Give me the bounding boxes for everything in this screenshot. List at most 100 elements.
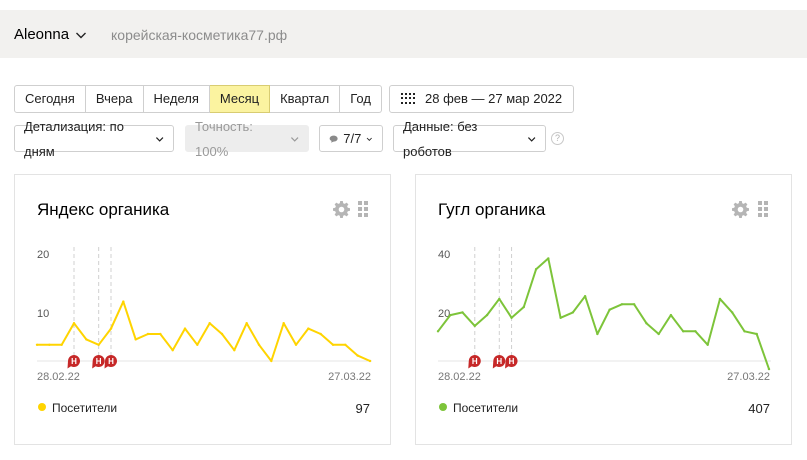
data-point[interactable] <box>35 343 39 346</box>
annotation-marker[interactable]: Н <box>92 355 105 369</box>
x-tick-label: 28.02.22 <box>438 371 481 383</box>
data-point[interactable] <box>510 316 513 319</box>
period-quarter-button[interactable]: Квартал <box>270 85 341 113</box>
data-point[interactable] <box>767 367 771 371</box>
data-point[interactable] <box>461 311 464 314</box>
data-point[interactable] <box>596 332 599 336</box>
legend-label[interactable]: Посетители <box>453 401 518 415</box>
data-point[interactable] <box>559 316 562 319</box>
data-point[interactable] <box>436 330 440 333</box>
data-point[interactable] <box>645 322 648 325</box>
data-point[interactable] <box>534 268 538 271</box>
widget-yandex-organic: Яндекс органика 10 20 ННН 28.02.22 27.03… <box>14 174 391 445</box>
period-month-button[interactable]: Месяц <box>209 85 271 113</box>
data-point[interactable] <box>608 308 611 311</box>
data-point[interactable] <box>159 332 162 336</box>
segments-dropdown[interactable]: 7/7 <box>319 125 383 152</box>
data-point[interactable] <box>706 343 709 346</box>
data-point[interactable] <box>257 343 261 346</box>
period-year-button[interactable]: Год <box>340 85 382 113</box>
period-week-button[interactable]: Неделя <box>143 85 210 113</box>
chevron-down-icon <box>76 32 87 38</box>
account-selector[interactable]: Aleonna <box>14 26 87 43</box>
annotation-marker[interactable]: Н <box>104 355 118 369</box>
period-today-button[interactable]: Сегодня <box>14 85 86 113</box>
data-point[interactable] <box>196 343 199 346</box>
data-point[interactable] <box>485 313 489 317</box>
data-point[interactable] <box>694 330 697 333</box>
segments-label: 7/7 <box>343 131 362 146</box>
data-point[interactable] <box>97 343 100 346</box>
data-point[interactable] <box>368 359 372 363</box>
data-point[interactable] <box>171 349 174 352</box>
site-domain[interactable]: корейская-косметика77.рф <box>111 27 287 43</box>
data-point[interactable] <box>344 343 347 346</box>
data-point[interactable] <box>270 359 273 363</box>
data-point[interactable] <box>183 327 187 330</box>
data-point[interactable] <box>319 332 322 336</box>
data-point[interactable] <box>620 303 624 306</box>
data-point[interactable] <box>632 303 636 306</box>
annotation-label: Н <box>96 357 102 366</box>
data-point[interactable] <box>60 343 63 346</box>
annotation-label: Н <box>108 357 114 366</box>
annotation-label: Н <box>71 357 77 366</box>
series-line <box>37 300 371 362</box>
data-point[interactable] <box>85 338 88 341</box>
account-name: Aleonna <box>14 26 70 43</box>
data-point[interactable] <box>208 322 211 325</box>
legend-total: 97 <box>355 401 370 416</box>
data-point[interactable] <box>571 311 575 314</box>
period-yesterday-button[interactable]: Вчера <box>85 85 144 113</box>
data-point[interactable] <box>282 322 285 325</box>
data-point[interactable] <box>331 343 335 346</box>
data-point[interactable] <box>356 354 359 357</box>
data-point[interactable] <box>72 322 76 325</box>
calendar-icon <box>401 93 415 105</box>
detail-dropdown[interactable]: Детализация: по дням <box>14 119 174 159</box>
accuracy-label: Точность: 100% <box>195 118 253 159</box>
data-point[interactable] <box>718 297 722 301</box>
data-filter-dropdown[interactable]: Данные: без роботов <box>393 119 546 159</box>
legend-label[interactable]: Посетители <box>52 401 117 415</box>
data-point[interactable] <box>681 330 685 333</box>
data-point[interactable] <box>743 330 746 333</box>
data-point[interactable] <box>307 327 310 330</box>
y-tick-label: 20 <box>37 249 49 261</box>
chevron-down-icon <box>367 137 373 141</box>
widget-google-organic: Гугл органика 20 40 ННН 28.02.22 27.03.2… <box>415 174 792 445</box>
data-point[interactable] <box>583 295 587 298</box>
chevron-down-icon <box>290 136 299 142</box>
annotation-label: Н <box>509 357 515 366</box>
x-tick-label: 27.03.22 <box>328 371 371 383</box>
annotation-marker[interactable]: Н <box>492 355 506 369</box>
data-point[interactable] <box>48 343 51 346</box>
annotation-marker[interactable]: Н <box>468 355 481 369</box>
help-icon[interactable]: ? <box>551 132 564 145</box>
annotation-marker[interactable]: Н <box>67 355 81 369</box>
data-point[interactable] <box>245 322 248 325</box>
data-point[interactable] <box>669 313 673 317</box>
data-point[interactable] <box>473 324 476 328</box>
data-point[interactable] <box>731 311 734 314</box>
legend-total: 407 <box>748 401 770 416</box>
x-tick-label: 28.02.22 <box>37 371 80 383</box>
data-point[interactable] <box>233 349 236 352</box>
data-point[interactable] <box>547 257 550 260</box>
data-point[interactable] <box>498 297 501 301</box>
data-point[interactable] <box>522 305 526 309</box>
data-point[interactable] <box>134 338 137 341</box>
data-point[interactable] <box>294 343 298 346</box>
data-point[interactable] <box>122 300 125 303</box>
annotation-label: Н <box>472 357 478 366</box>
data-point[interactable] <box>657 332 660 336</box>
date-range-picker[interactable]: 28 фев — 27 мар 2022 <box>389 85 575 113</box>
annotation-marker[interactable]: Н <box>505 355 518 369</box>
data-point[interactable] <box>146 332 150 336</box>
data-point[interactable] <box>449 313 452 317</box>
chevron-down-icon <box>527 136 536 142</box>
data-point[interactable] <box>109 327 113 330</box>
data-point[interactable] <box>755 332 758 336</box>
data-point[interactable] <box>220 332 224 336</box>
legend-swatch <box>38 403 46 411</box>
